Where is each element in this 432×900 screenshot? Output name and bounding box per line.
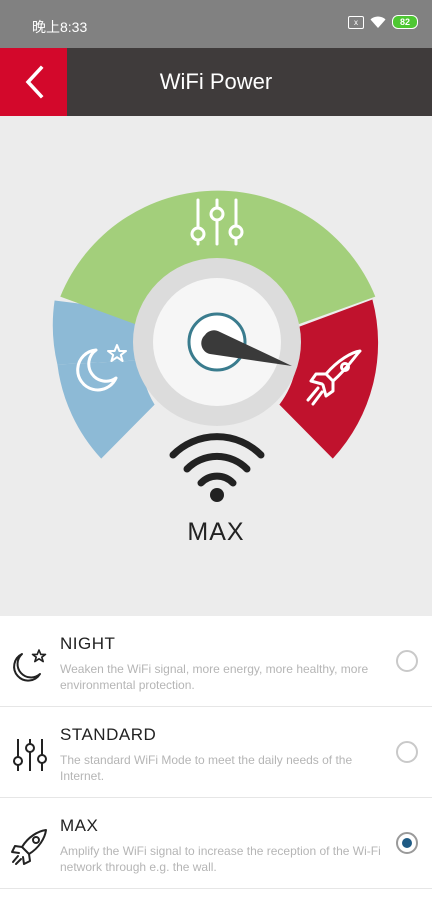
system-icons: x 82 (348, 15, 418, 29)
option-description: Amplify the WiFi signal to increase the … (60, 844, 381, 874)
rocket-icon (11, 829, 47, 865)
standard-radio[interactable] (396, 741, 418, 763)
chevron-left-icon (25, 65, 43, 99)
gauge-panel: MAX (0, 116, 432, 616)
battery-icon: 82 (392, 15, 418, 29)
wifi-signal-icon (169, 433, 265, 502)
sliders-icon (13, 739, 47, 771)
option-night[interactable]: NIGHT Weaken the WiFi signal, more energ… (0, 616, 432, 707)
sim-icon: x (348, 15, 364, 29)
option-description: Weaken the WiFi signal, more energy, mor… (60, 662, 369, 692)
option-title: MAX (60, 816, 99, 835)
current-mode-label: MAX (187, 518, 245, 546)
option-standard[interactable]: STANDARD The standard WiFi Mode to meet … (0, 707, 432, 798)
moon-stars-icon (13, 649, 47, 682)
app-bar: WiFi Power (0, 48, 432, 116)
back-button[interactable] (0, 48, 67, 116)
option-title: STANDARD (60, 725, 157, 744)
status-bar: 晚上8:33 x 82 (0, 0, 432, 48)
max-radio[interactable] (396, 832, 418, 854)
status-time: 晚上8:33 (32, 19, 88, 35)
wifi-status-icon (370, 16, 386, 28)
option-max[interactable]: MAX Amplify the WiFi signal to increase … (0, 798, 432, 889)
sliders-icon (190, 198, 244, 246)
mode-options-list: NIGHT Weaken the WiFi signal, more energ… (0, 616, 432, 889)
option-description: The standard WiFi Mode to meet the daily… (60, 753, 353, 783)
night-radio[interactable] (396, 650, 418, 672)
option-title: NIGHT (60, 634, 116, 653)
